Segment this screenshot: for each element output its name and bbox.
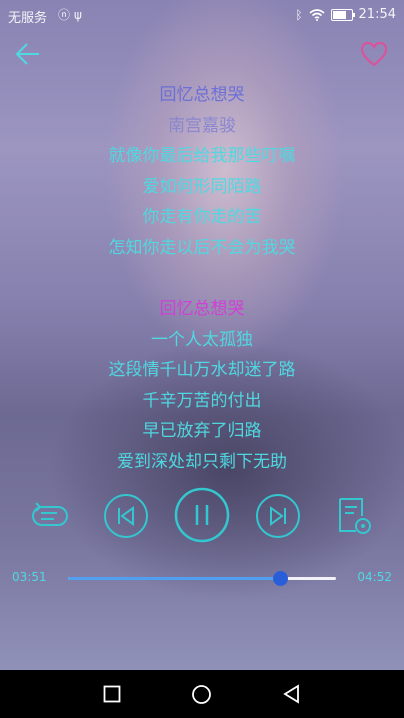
clock: 21:54 [358, 7, 396, 22]
seek-track[interactable] [68, 571, 336, 586]
elapsed-time: 03:51 [12, 570, 47, 584]
next-track-button[interactable] [254, 492, 302, 540]
lyrics-panel[interactable]: 回忆总想哭 南宫嘉骏 就像你最后给我那些叮嘱 爱如何形同陌路 你走有你走的苦 怎… [0, 80, 404, 477]
lyric-line: 这段情千山万水却迷了路 [108, 360, 296, 380]
usb-icon: ψ [74, 8, 86, 22]
notification-icons: ⓝψ [58, 6, 86, 23]
artist-name: 南宫嘉骏 [168, 115, 236, 136]
lyric-spacer [0, 263, 404, 294]
back-arrow-icon[interactable] [14, 40, 42, 68]
lyric-line: 早已放弃了归路 [142, 421, 262, 441]
lyric-line: 千辛万苦的付出 [142, 390, 262, 411]
battery-icon [330, 8, 355, 21]
favorite-heart-icon[interactable] [360, 41, 388, 67]
lyric-line: 就像你最后给我那些叮嘱 [108, 146, 296, 166]
playback-controls [0, 486, 404, 546]
wifi-icon [309, 8, 325, 21]
total-time: 04:52 [357, 570, 392, 584]
lyrics-file-icon[interactable] [334, 496, 374, 536]
system-nav-bar [0, 670, 404, 718]
data-saver-icon: ⓝ [58, 8, 75, 22]
lyric-line: 你走有你走的苦 [142, 207, 262, 227]
bluetooth-icon: ᛒ [295, 7, 303, 22]
status-bar: 无服务 ⓝψ ᛒ 21:54 [0, 0, 404, 30]
status-right: ᛒ 21:54 [295, 7, 396, 22]
home-circle-icon[interactable] [191, 684, 212, 705]
played-portion [68, 577, 280, 580]
song-title: 回忆总想哭 [159, 85, 245, 105]
current-lyric-line: 回忆总想哭 [159, 299, 245, 319]
previous-track-button[interactable] [102, 492, 150, 540]
back-triangle-icon[interactable] [282, 684, 301, 704]
player-top-bar [0, 36, 404, 76]
lyric-line: 一个人太孤独 [151, 329, 253, 350]
seek-thumb[interactable] [272, 571, 288, 586]
lyric-line: 怎知你走以后不会为我哭 [108, 237, 296, 258]
playlist-loop-icon[interactable] [30, 500, 70, 532]
lyric-line: 爱到深处却只剩下无助 [117, 451, 287, 472]
recent-apps-square-icon[interactable] [103, 685, 121, 703]
lyric-line: 爱如何形同陌路 [142, 176, 262, 197]
carrier-label: 无服务 [8, 11, 48, 26]
pause-button[interactable] [173, 486, 231, 544]
progress-bar: 03:51 04:52 [0, 566, 404, 590]
